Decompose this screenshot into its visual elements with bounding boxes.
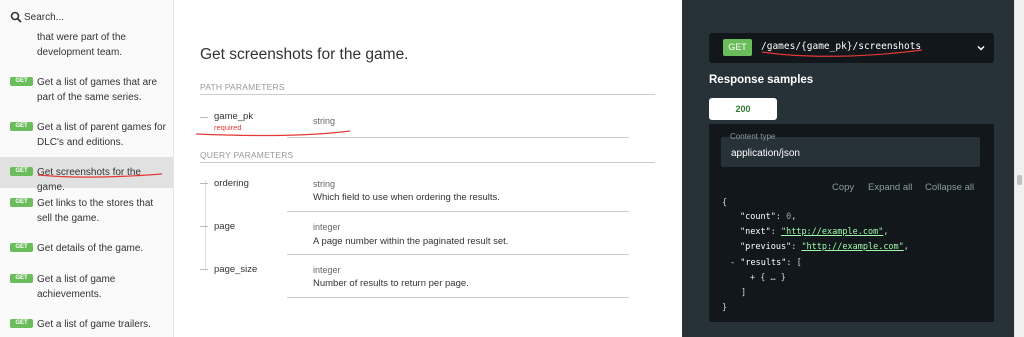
response-samples-title: Response samples [709,74,814,86]
main-content: Get screenshots for the game. PATH PARAM… [174,0,682,337]
json-line: - "results": [ [730,258,802,268]
collapse-all-button[interactable]: Collapse all [925,182,974,193]
json-link[interactable]: "http://example.com" [801,242,903,252]
sidebar: that were part of the development team. … [0,0,174,337]
json-key: "count" [740,212,776,222]
response-panel: GET /games/{game_pk}/screenshots Respons… [682,0,1024,337]
json-bracket: ] [741,288,747,298]
status-code-tab[interactable]: 200 [709,98,777,120]
json-line: } [722,303,727,313]
json-bracket: [ [796,258,802,268]
expand-all-button[interactable]: Expand all [868,182,912,193]
json-line: + { … } [750,273,786,283]
json-key: "next" [740,227,771,237]
copy-button[interactable]: Copy [832,182,854,193]
content-type-value[interactable]: application/json [731,148,800,159]
scrollbar-thumb[interactable] [1017,175,1022,185]
json-line: { [722,198,727,208]
json-link[interactable]: "http://example.com" [781,227,883,237]
json-key: "results" [740,258,787,268]
annotation-underline-path [761,49,923,57]
scrollbar[interactable] [1014,0,1024,337]
collapsed-object[interactable]: { … } [760,273,786,283]
json-brace: } [722,303,728,313]
json-line: "count": 0, [740,212,797,222]
json-line: "next": "http://example.com", [740,227,889,237]
json-line: ] [741,288,746,298]
annotation-underline-sidebar [37,173,163,178]
content-type-label: Content type [730,132,776,141]
annotation-underline-param [195,130,351,137]
json-brace: { [722,198,728,208]
json-line: "previous": "http://example.com", [740,242,909,252]
json-key: "previous" [740,242,792,252]
